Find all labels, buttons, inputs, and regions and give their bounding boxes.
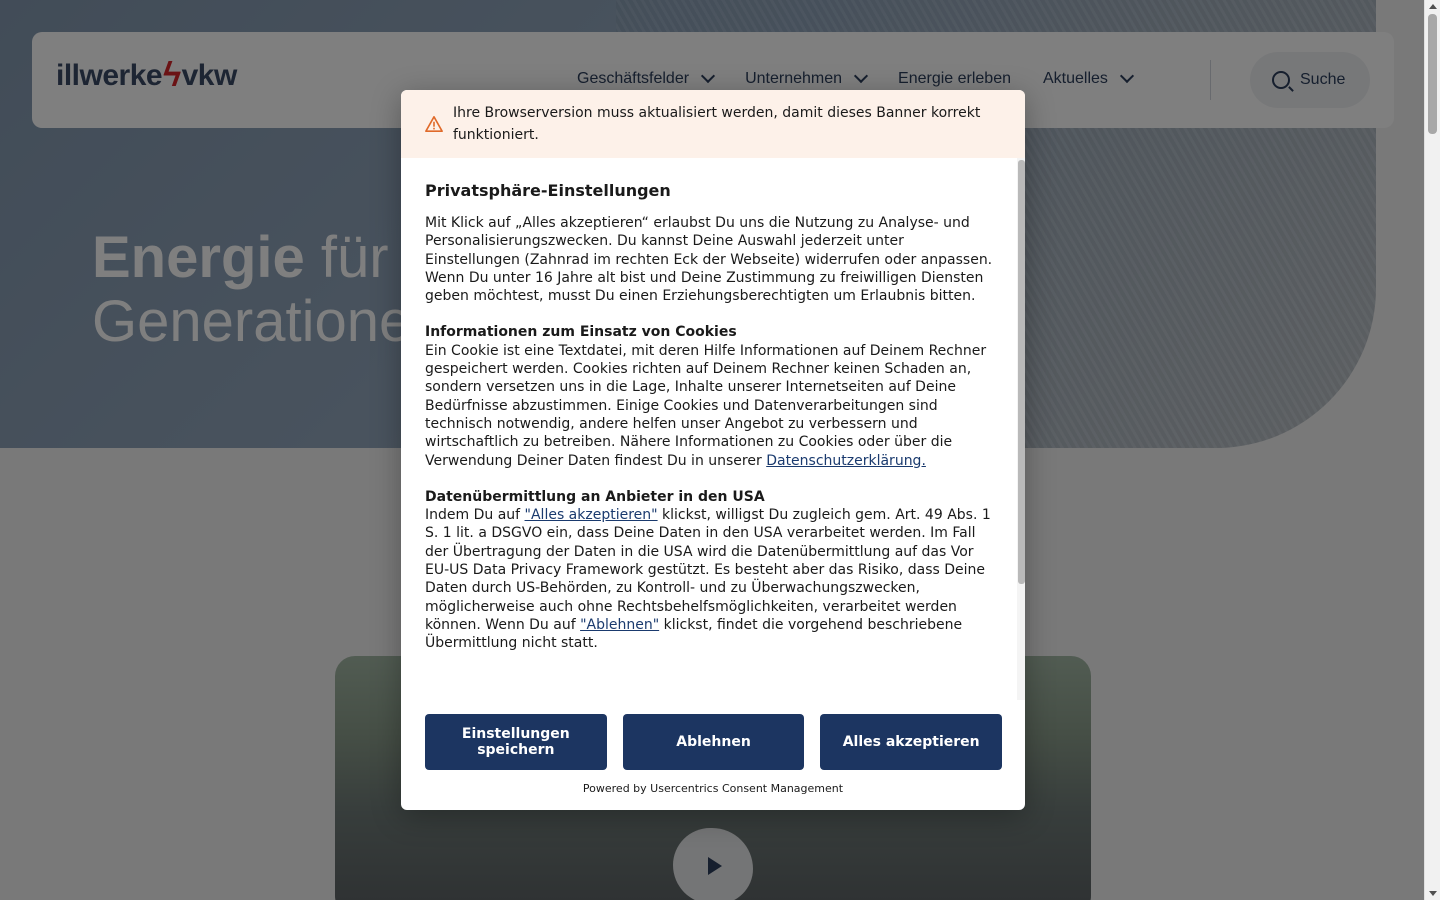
powered-by-text: Powered by Usercentrics Consent Manageme… <box>582 782 844 795</box>
dialog-scrollbar[interactable] <box>1017 158 1025 700</box>
dialog-title: Privatsphäre-Einstellungen <box>425 181 671 200</box>
decline-link[interactable]: "Ablehnen" <box>580 617 659 633</box>
accept-all-link[interactable]: "Alles akzeptieren" <box>525 507 658 523</box>
decline-button[interactable]: Ablehnen <box>622 714 805 770</box>
warning-text: Ihre Browserversion muss aktualisiert we… <box>453 105 981 143</box>
privacy-policy-link[interactable]: Datenschutzerklärung. <box>766 453 926 469</box>
usa-text: Indem Du auf <box>425 507 525 524</box>
scrollbar-thumb[interactable] <box>1428 14 1437 134</box>
dialog-scrollbar-thumb[interactable] <box>1018 160 1025 584</box>
consent-dialog: Ihre Browserversion muss aktualisiert we… <box>401 90 1025 810</box>
warning-icon <box>425 115 443 133</box>
intro-paragraph: Mit Klick auf „Alles akzeptieren“ erlaub… <box>425 215 993 305</box>
consent-buttons: Einstellungen speichern Ablehnen Alles a… <box>425 714 1003 770</box>
consent-content: Privatsphäre-Einstellungen Mit Klick auf… <box>401 158 1017 700</box>
browser-warning-banner: Ihre Browserversion muss aktualisiert we… <box>401 90 1025 158</box>
usa-heading: Datenübermittlung an Anbieter in den USA <box>425 488 765 505</box>
usa-text: klickst, willigst Du zugleich gem. Art. … <box>425 507 991 633</box>
cookies-heading: Informationen zum Einsatz von Cookies <box>425 324 737 341</box>
scroll-down-icon[interactable] <box>1429 891 1437 896</box>
save-settings-button[interactable]: Einstellungen speichern <box>425 714 607 770</box>
cookies-paragraph: Ein Cookie ist eine Textdatei, mit deren… <box>425 342 997 470</box>
page-scrollbar[interactable] <box>1424 0 1440 900</box>
cookies-text: Ein Cookie ist eine Textdatei, mit deren… <box>425 342 987 469</box>
usa-paragraph: Indem Du auf "Alles akzeptieren" klickst… <box>425 506 997 652</box>
scroll-up-icon[interactable] <box>1429 4 1437 9</box>
accept-all-button[interactable]: Alles akzeptieren <box>820 714 1003 770</box>
